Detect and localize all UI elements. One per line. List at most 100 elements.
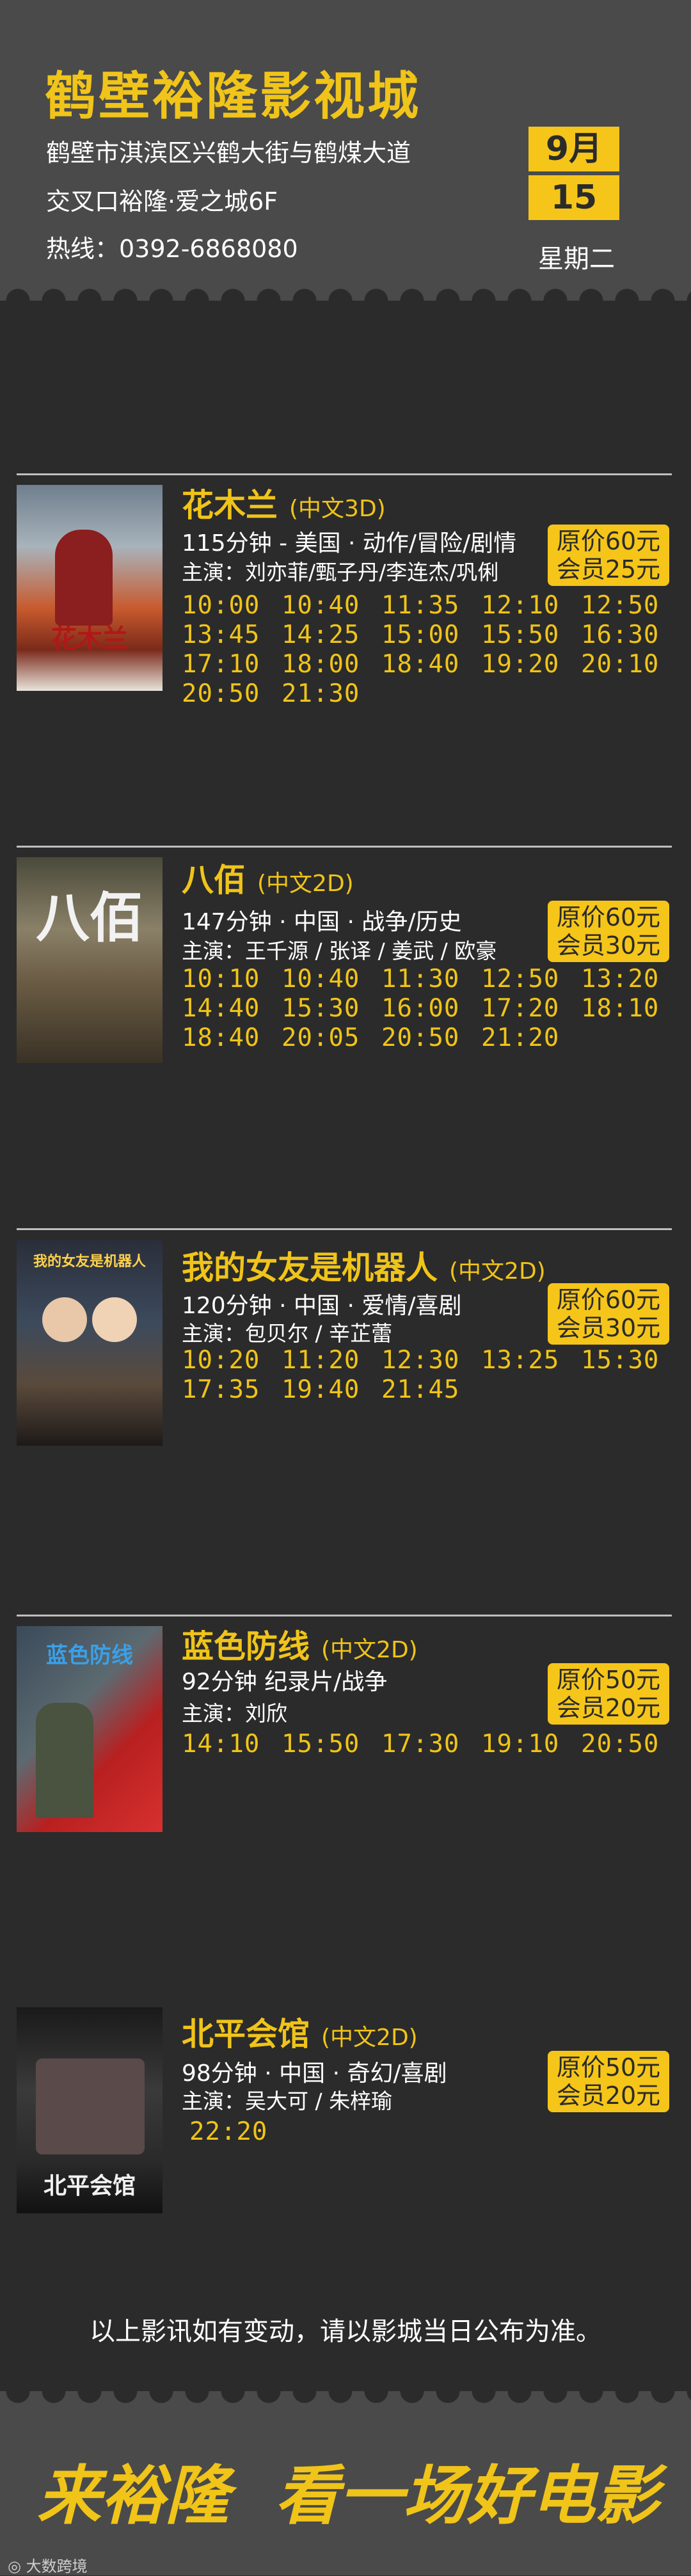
showtime[interactable]: 16:30 [581, 620, 681, 650]
showtime[interactable]: 21:30 [282, 679, 381, 709]
showtime[interactable]: 21:45 [381, 1375, 481, 1405]
showtimes: 22:20 [189, 2117, 688, 2147]
showtime[interactable]: 15:30 [282, 994, 381, 1023]
price-member: 会员20元 [556, 1694, 661, 1722]
showtime[interactable]: 10:10 [182, 965, 282, 994]
date-day: 15 [528, 175, 619, 220]
showtime[interactable]: 15:30 [581, 1346, 681, 1375]
poster-mulan[interactable]: 花木兰 [17, 485, 163, 691]
movie-title-text: 八佰 [182, 862, 246, 899]
showtime[interactable]: 17:10 [182, 650, 282, 679]
price-member: 会员25元 [556, 555, 661, 583]
movie-info: 98分钟 · 中国 · 奇幻/喜剧 [182, 2060, 447, 2087]
poster-blue-defense[interactable]: 蓝色防线 [17, 1626, 163, 1832]
showtime[interactable]: 20:05 [282, 1023, 381, 1053]
movie-card-mulan[interactable]: 花木兰 花木兰 (中文3D) 115分钟 - 美国 · 动作/冒险/剧情 主演：刘… [0, 473, 691, 742]
showtime[interactable]: 12:50 [481, 965, 581, 994]
ticket-perforation [0, 2373, 691, 2409]
movie-cast: 主演：包贝尔 / 辛芷蕾 [182, 1321, 393, 1346]
movie-card-robot-girlfriend[interactable]: 我的女友是机器人 我的女友是机器人 (中文2D) 120分钟 · 中国 · 爱情/… [0, 1228, 691, 1497]
poster-characters [36, 2058, 145, 2154]
address-line-1: 鹤壁市淇滨区兴鹤大街与鹤煤大道 [46, 139, 411, 167]
movie-title-text: 我的女友是机器人 [182, 1249, 438, 1286]
showtime[interactable]: 18:10 [581, 994, 681, 1023]
showtime[interactable]: 12:30 [381, 1346, 481, 1375]
poster-robot-girlfriend[interactable]: 我的女友是机器人 [17, 1240, 163, 1446]
movie-card-blue-defense[interactable]: 蓝色防线 蓝色防线 (中文2D) 92分钟 纪录片/战争 主演：刘欣 原价50元 … [0, 1615, 691, 1883]
poster-babai[interactable]: 八佰 [17, 857, 163, 1063]
showtime[interactable]: 10:40 [282, 965, 381, 994]
showtime[interactable]: 15:50 [282, 1730, 381, 1759]
watermark-text: 大数跨境 [26, 2557, 88, 2575]
divider [17, 846, 672, 848]
movie-card-beiping-club[interactable]: 北平会馆 北平会馆 (中文2D) 98分钟 · 中国 · 奇幻/喜剧 主演：吴大可… [0, 1996, 691, 2264]
showtime[interactable]: 19:10 [481, 1730, 581, 1759]
showtime[interactable]: 13:45 [182, 620, 282, 650]
showtime[interactable]: 15:50 [481, 620, 581, 650]
showtime[interactable]: 18:40 [182, 1023, 282, 1053]
movie-cast: 主演：吴大可 / 朱梓瑜 [182, 2089, 393, 2114]
footer: 来裕隆 看一场好电影 [0, 2373, 691, 2575]
movie-info: 115分钟 - 美国 · 动作/冒险/剧情 [182, 530, 517, 557]
showtime[interactable]: 15:00 [381, 620, 481, 650]
showtime[interactable]: 22:20 [189, 2117, 289, 2147]
movie-format: (中文2D) [257, 871, 354, 897]
showtime[interactable]: 14:10 [182, 1730, 282, 1759]
showtime[interactable]: 10:00 [182, 591, 282, 620]
ticket-perforation [0, 283, 691, 319]
showtime[interactable]: 17:30 [381, 1730, 481, 1759]
price-box: 原价60元 会员30元 [548, 1283, 669, 1345]
showtime[interactable]: 19:20 [481, 650, 581, 679]
movie-title: 我的女友是机器人 (中文2D) [182, 1242, 546, 1288]
poster-beiping-club[interactable]: 北平会馆 [17, 2007, 163, 2213]
showtime[interactable]: 21:20 [481, 1023, 581, 1053]
divider [17, 473, 672, 475]
showtime[interactable]: 16:00 [381, 994, 481, 1023]
movie-title: 北平会馆 (中文2D) [182, 2009, 418, 2055]
showtime[interactable]: 18:40 [381, 650, 481, 679]
slogan-left: 来裕隆 [37, 2458, 229, 2533]
showtime[interactable]: 11:30 [381, 965, 481, 994]
movie-title: 蓝色防线 (中文2D) [182, 1621, 418, 1667]
price-original: 原价60元 [556, 527, 661, 555]
showtime[interactable]: 20:10 [581, 650, 681, 679]
showtime[interactable]: 13:25 [481, 1346, 581, 1375]
showtime[interactable]: 17:20 [481, 994, 581, 1023]
showtime[interactable]: 14:40 [182, 994, 282, 1023]
showtime[interactable]: 10:40 [282, 591, 381, 620]
weekday: 星期二 [538, 244, 615, 274]
showtimes: 10:10 10:40 11:30 12:50 13:20 14:40 15:30 16:00… [182, 965, 681, 1053]
poster-face-right [92, 1297, 137, 1342]
showtime[interactable]: 12:10 [481, 591, 581, 620]
showtime[interactable]: 18:00 [282, 650, 381, 679]
showtime[interactable]: 10:20 [182, 1346, 282, 1375]
watermark-logo-icon: ◎ [8, 2557, 21, 2575]
poster-title: 我的女友是机器人 [33, 1254, 146, 1270]
movie-title-text: 蓝色防线 [182, 1628, 310, 1665]
hotline[interactable]: 热线：0392-6868080 [46, 229, 298, 264]
showtime[interactable]: 20:50 [182, 679, 282, 709]
showtime[interactable]: 11:20 [282, 1346, 381, 1375]
price-box: 原价60元 会员30元 [548, 901, 669, 962]
movie-format: (中文3D) [289, 496, 386, 522]
showtime[interactable]: 12:50 [581, 591, 681, 620]
movie-cast: 主演：刘亦菲/甄子丹/李连杰/巩俐 [182, 560, 499, 585]
showtime[interactable]: 14:25 [282, 620, 381, 650]
price-member: 会员20元 [556, 2082, 661, 2110]
price-original: 原价60元 [556, 903, 661, 931]
price-original: 原价50元 [556, 2053, 661, 2082]
showtime[interactable]: 20:50 [581, 1730, 681, 1759]
showtime[interactable]: 17:35 [182, 1375, 282, 1405]
poster-title: 蓝色防线 [46, 1643, 133, 1668]
showtime[interactable]: 13:20 [581, 965, 681, 994]
showtime[interactable]: 20:50 [381, 1023, 481, 1053]
poster-face-left [42, 1297, 87, 1342]
showtime[interactable]: 11:35 [381, 591, 481, 620]
showtime[interactable]: 19:40 [282, 1375, 381, 1405]
movie-card-babai[interactable]: 八佰 八佰 (中文2D) 147分钟 · 中国 · 战争/历史 主演：王千源 / … [0, 846, 691, 1114]
header: 鹤壁裕隆影视城 鹤壁市淇滨区兴鹤大街与鹤煤大道 交叉口裕隆·爱之城6F 热线：0… [0, 0, 691, 319]
slogan-right: 看一场好电影 [275, 2458, 659, 2533]
poster-soldier [36, 1703, 93, 1818]
movie-title-text: 北平会馆 [182, 2016, 310, 2053]
movie-format: (中文2D) [321, 2025, 418, 2051]
